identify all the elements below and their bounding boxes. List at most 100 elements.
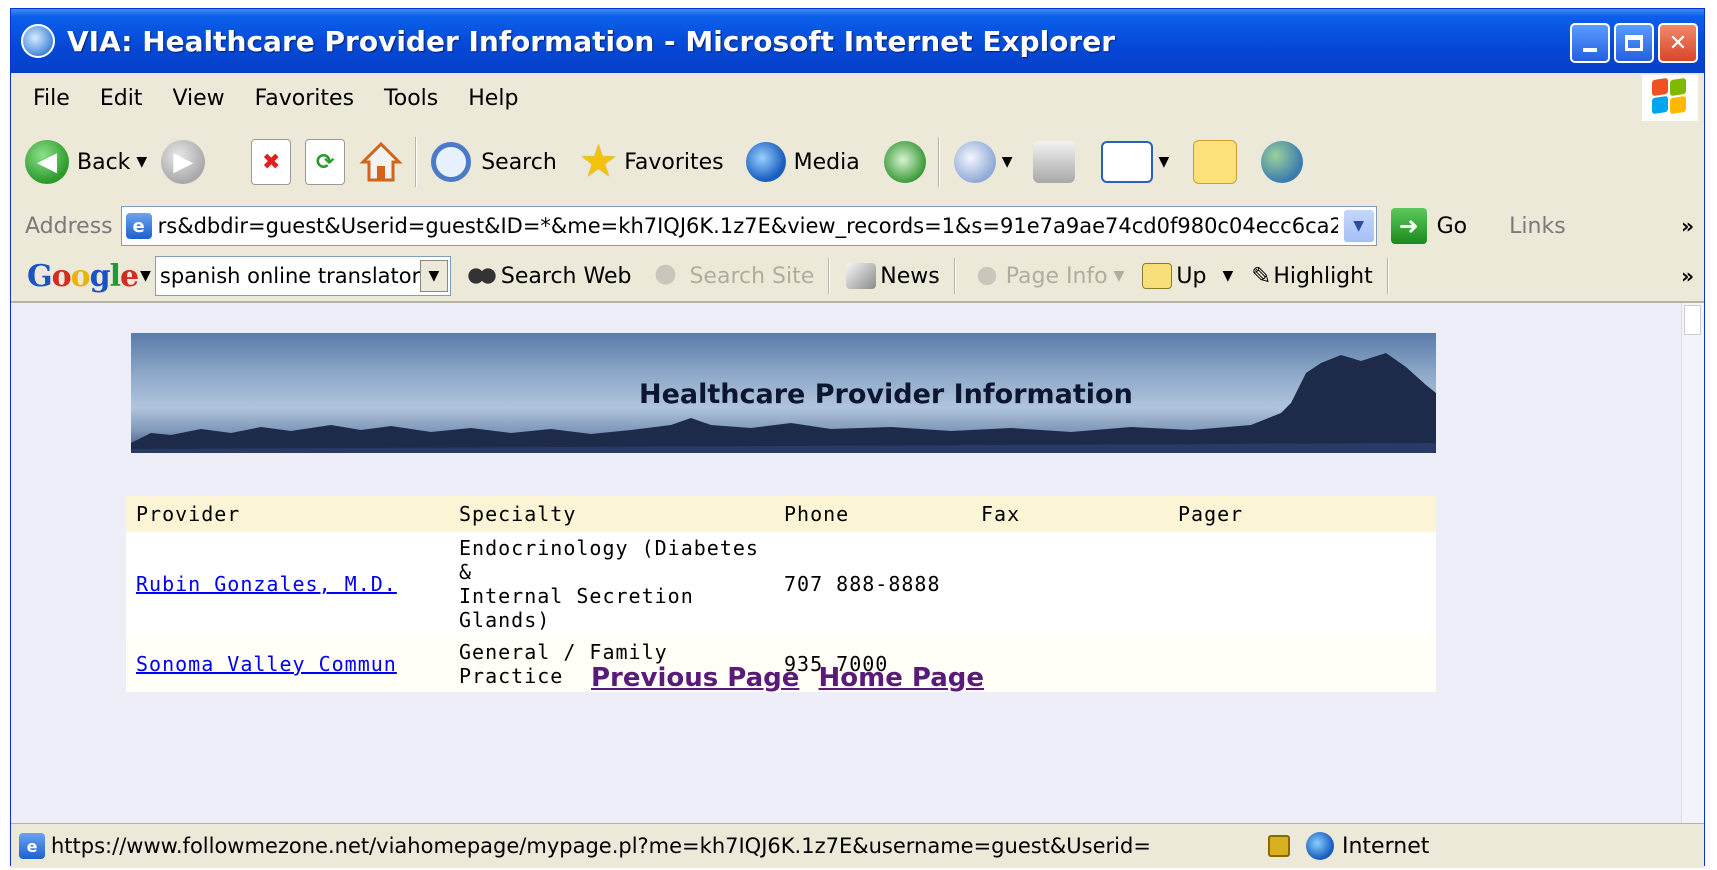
- search-site-icon: [655, 263, 686, 289]
- search-web-label: Search Web: [500, 263, 632, 289]
- maximize-button[interactable]: [1614, 23, 1654, 63]
- history-icon: [883, 141, 926, 183]
- menu-tools[interactable]: Tools: [384, 86, 438, 111]
- menu-help[interactable]: Help: [468, 86, 518, 111]
- up-dropdown-icon[interactable]: ▼: [1223, 268, 1234, 284]
- google-search-input[interactable]: spanish online translator ▼: [154, 256, 451, 296]
- table-row: Rubin Gonzales, M.D. Endocrinology (Diab…: [126, 532, 1436, 636]
- minimize-icon: [1583, 48, 1597, 52]
- stop-button[interactable]: ✖: [251, 139, 292, 185]
- provider-link[interactable]: Rubin Gonzales, M.D.: [136, 572, 397, 596]
- home-page-link[interactable]: Home Page: [818, 663, 984, 693]
- forward-button[interactable]: ▶: [161, 140, 206, 184]
- menu-bar: File Edit View Favorites Tools Help: [11, 73, 1704, 124]
- media-button[interactable]: Media: [745, 142, 860, 182]
- pager-cell: [1168, 532, 1436, 636]
- menu-file[interactable]: File: [33, 86, 70, 111]
- title-bar[interactable]: VIA: Healthcare Provider Information - M…: [11, 9, 1704, 73]
- fax-cell: [971, 532, 1168, 636]
- maximize-icon: [1625, 35, 1643, 51]
- previous-page-link[interactable]: Previous Page: [591, 663, 799, 693]
- back-arrow-icon: ◀: [25, 140, 69, 184]
- history-button[interactable]: [883, 141, 926, 183]
- refresh-button[interactable]: ⟳: [305, 139, 346, 185]
- menu-favorites[interactable]: Favorites: [255, 86, 354, 111]
- google-search-query[interactable]: spanish online translator: [160, 264, 420, 288]
- highlight-label: Highlight: [1273, 263, 1373, 289]
- status-page-icon: e: [19, 833, 45, 859]
- minimize-button[interactable]: [1570, 23, 1610, 63]
- google-toolbar-separator: [1386, 258, 1389, 294]
- mail-dropdown-icon[interactable]: ▼: [1002, 154, 1013, 170]
- address-url[interactable]: rs&dbdir=guest&Userid=guest&ID=*&me=kh7I…: [158, 214, 1338, 238]
- menu-edit[interactable]: Edit: [100, 86, 143, 111]
- google-toolbar: Google ▼ spanish online translator ▼ Sea…: [11, 251, 1704, 303]
- browser-window: VIA: Healthcare Provider Information - M…: [10, 8, 1705, 868]
- google-search-dropdown-icon[interactable]: ▼: [419, 260, 448, 292]
- edit-dropdown-icon[interactable]: ▼: [1159, 154, 1170, 170]
- go-button[interactable]: Go: [1437, 214, 1468, 239]
- media-icon: [745, 142, 786, 182]
- highlight-button[interactable]: ✎ Highlight: [1251, 262, 1372, 290]
- column-header-phone: Phone: [774, 496, 971, 532]
- google-logo[interactable]: Google: [27, 259, 139, 294]
- search-site-button[interactable]: Search Site: [655, 263, 814, 289]
- specialty-text: Endocrinology (Diabetes &: [459, 536, 759, 584]
- news-button[interactable]: News: [846, 263, 940, 289]
- home-icon: [359, 140, 403, 184]
- search-web-button[interactable]: Search Web: [466, 263, 632, 289]
- print-button[interactable]: [1032, 141, 1075, 183]
- search-icon: [431, 142, 472, 182]
- column-header-fax: Fax: [971, 496, 1168, 532]
- links-button[interactable]: Links: [1509, 214, 1566, 239]
- close-button[interactable]: ✕: [1658, 23, 1698, 63]
- status-zone-panel: Internet: [1204, 828, 1704, 864]
- binoculars-icon: [466, 263, 497, 289]
- toolbar-separator: [415, 137, 418, 187]
- google-toolbar-separator: [828, 258, 831, 294]
- news-icon: [846, 263, 877, 289]
- address-input[interactable]: e rs&dbdir=guest&Userid=guest&ID=*&me=kh…: [120, 206, 1377, 246]
- window-title: VIA: Healthcare Provider Information - M…: [67, 24, 1116, 58]
- up-button[interactable]: Up ▼: [1142, 263, 1233, 289]
- page-info-button[interactable]: Page Info ▼: [971, 263, 1125, 289]
- banner-title: Healthcare Provider Information: [639, 379, 1133, 410]
- windows-flag-icon: [1642, 75, 1698, 121]
- links-chevron-icon[interactable]: »: [1681, 214, 1694, 238]
- toolbar-separator: [937, 137, 940, 187]
- google-toolbar-separator: [953, 258, 956, 294]
- edit-page-icon: [1100, 141, 1153, 183]
- favorites-button[interactable]: ★ Favorites: [579, 140, 724, 184]
- search-button[interactable]: Search: [431, 142, 557, 182]
- back-dropdown-icon[interactable]: ▼: [136, 154, 147, 170]
- google-toolbar-chevron-icon[interactable]: »: [1681, 264, 1694, 288]
- home-button[interactable]: [359, 140, 403, 184]
- google-menu-dropdown-icon[interactable]: ▼: [140, 268, 151, 284]
- specialty-cell: Endocrinology (Diabetes & Internal Secret…: [449, 532, 774, 636]
- vertical-scrollbar[interactable]: [1681, 303, 1704, 823]
- scrollbar-thumb[interactable]: [1684, 305, 1701, 335]
- provider-cell: Sonoma Valley Commun: [126, 636, 449, 692]
- highlighter-icon: ✎: [1251, 262, 1272, 290]
- stop-icon: ✖: [251, 139, 292, 185]
- go-arrow-icon[interactable]: ➜: [1390, 208, 1427, 244]
- lock-icon[interactable]: [1268, 835, 1290, 857]
- fax-cell: [971, 636, 1168, 692]
- address-dropdown-icon[interactable]: ▼: [1343, 210, 1374, 242]
- provider-link[interactable]: Sonoma Valley Commun: [136, 652, 397, 676]
- menu-view[interactable]: View: [172, 86, 224, 111]
- refresh-icon: ⟳: [305, 139, 346, 185]
- page-info-dropdown-icon[interactable]: ▼: [1114, 268, 1125, 284]
- specialty-text: Internal Secretion Glands): [459, 584, 694, 632]
- back-button[interactable]: ◀ Back ▼: [25, 140, 147, 184]
- page-info-label: Page Info: [1005, 263, 1108, 289]
- standard-toolbar: ◀ Back ▼ ▶ ✖ ⟳ Search ★ Favorites Media …: [11, 123, 1704, 202]
- address-bar: Address e rs&dbdir=guest&Userid=guest&ID…: [11, 201, 1704, 252]
- discuss-button[interactable]: [1193, 140, 1238, 184]
- mail-button[interactable]: ▼: [953, 141, 1013, 183]
- status-url: https://www.followmezone.net/viahomepage…: [51, 834, 1151, 858]
- messenger-button[interactable]: [1261, 141, 1304, 183]
- page-content: Healthcare Provider Information Provider…: [11, 303, 1682, 823]
- edit-button[interactable]: ▼: [1100, 141, 1170, 183]
- ie-logo-icon: [21, 24, 55, 58]
